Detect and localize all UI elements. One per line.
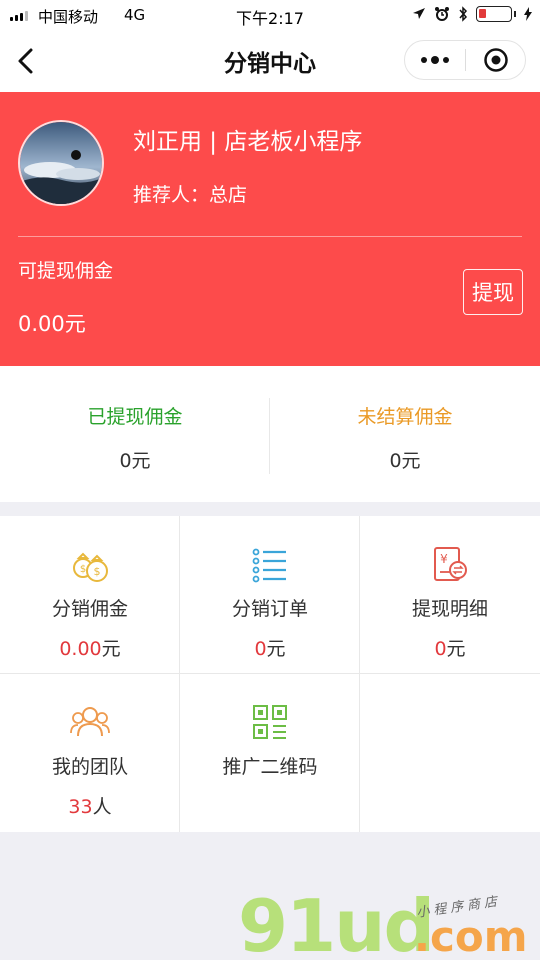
charging-icon bbox=[524, 7, 532, 21]
battery-nub bbox=[514, 11, 516, 17]
grid-item-commission[interactable]: $ $ 分销佣金 0.00元 bbox=[0, 516, 180, 674]
grid-item-unit: 元 bbox=[101, 638, 121, 660]
svg-text:¥: ¥ bbox=[440, 552, 448, 566]
grid-item-value: 0.00元 bbox=[0, 634, 180, 661]
commission-stats: 已提现佣金 0元 未结算佣金 0元 bbox=[0, 366, 540, 502]
order-list-icon bbox=[252, 548, 286, 583]
grid-item-label: 分销佣金 bbox=[51, 598, 128, 620]
more-dots-icon bbox=[421, 57, 427, 63]
more-dot bbox=[443, 57, 449, 63]
svg-text:$: $ bbox=[94, 565, 101, 578]
watermark-main: 91ud bbox=[238, 884, 435, 960]
svg-text:$: $ bbox=[80, 564, 86, 575]
avatar bbox=[18, 120, 104, 206]
withdraw-button[interactable]: 提现 bbox=[463, 269, 523, 315]
referrer-label: 推荐人：总店 bbox=[133, 184, 248, 206]
withdrawn-commission: 已提现佣金 0元 bbox=[0, 366, 270, 502]
watermark-logo: 91ud 小程序商店 .com bbox=[238, 884, 538, 960]
available-commission-value: 0.00元 bbox=[18, 312, 86, 336]
distribution-center-page: 中国移动 4G 下午2:17 分销中心 刘正用 | 店老板小程序 推荐人：总店 … bbox=[0, 0, 540, 960]
unsettled-commission-value: 0元 bbox=[389, 450, 421, 472]
alarm-icon bbox=[435, 7, 449, 21]
battery-icon bbox=[476, 6, 512, 22]
user-name: 刘正用 | 店老板小程序 bbox=[133, 129, 363, 155]
grid-item-label: 我的团队 bbox=[51, 756, 128, 778]
grid-item-unit: 元 bbox=[446, 638, 466, 660]
qr-code-icon bbox=[253, 705, 287, 739]
unsettled-commission: 未结算佣金 0元 bbox=[270, 366, 540, 502]
grid-item-number: 0 bbox=[254, 638, 267, 660]
back-button[interactable] bbox=[10, 44, 44, 78]
unsettled-commission-label: 未结算佣金 bbox=[357, 406, 453, 428]
grid-item-number: 33 bbox=[68, 796, 93, 818]
grid-item-withdraw-detail[interactable]: ¥ 提现明细 0元 bbox=[360, 516, 540, 674]
avatar-image bbox=[20, 122, 102, 204]
team-icon bbox=[70, 707, 110, 737]
bluetooth-icon bbox=[459, 6, 468, 22]
grid-item-number: 0 bbox=[434, 638, 447, 660]
grid-item-label: 分销订单 bbox=[231, 598, 308, 620]
navigation-bar: 分销中心 bbox=[0, 30, 540, 92]
grid-item-number: 0.00 bbox=[59, 638, 102, 660]
grid-item-label: 推广二维码 bbox=[222, 756, 318, 778]
grid-item-orders[interactable]: 分销订单 0元 bbox=[180, 516, 360, 674]
grid-item-qr-code[interactable]: 推广二维码 bbox=[180, 674, 360, 832]
location-icon bbox=[413, 8, 425, 19]
watermark-domain: .com bbox=[414, 912, 528, 960]
money-bag-icon: $ $ bbox=[73, 552, 108, 582]
grid-item-label: 提现明细 bbox=[411, 598, 488, 620]
close-circle-icon bbox=[483, 48, 508, 72]
mini-program-capsule bbox=[404, 40, 526, 80]
header-divider bbox=[18, 236, 522, 237]
function-grid: $ $ 分销佣金 0.00元 分销订单 0元 ¥ 提现明细 0元 我的团队 33… bbox=[0, 516, 540, 832]
more-button[interactable] bbox=[405, 41, 465, 79]
grid-empty-cell bbox=[360, 674, 540, 832]
grid-item-value: 0元 bbox=[360, 634, 540, 661]
grid-item-value: 0元 bbox=[180, 634, 360, 661]
commission-header: 刘正用 | 店老板小程序 推荐人：总店 可提现佣金 0.00元 提现 bbox=[0, 92, 540, 366]
more-dot bbox=[431, 56, 439, 64]
withdraw-detail-icon: ¥ bbox=[434, 547, 467, 581]
withdrawn-commission-value: 0元 bbox=[119, 450, 151, 472]
grid-item-value: 33人 bbox=[0, 792, 180, 819]
close-button[interactable] bbox=[466, 41, 525, 79]
withdrawn-commission-label: 已提现佣金 bbox=[87, 406, 183, 428]
grid-item-team[interactable]: 我的团队 33人 bbox=[0, 674, 180, 832]
grid-item-unit: 人 bbox=[92, 796, 112, 818]
back-chevron-icon bbox=[18, 48, 33, 74]
available-commission-label: 可提现佣金 bbox=[18, 260, 114, 282]
grid-item-unit: 元 bbox=[266, 638, 286, 660]
status-bar: 中国移动 4G 下午2:17 bbox=[0, 0, 540, 30]
status-icons bbox=[412, 6, 532, 22]
